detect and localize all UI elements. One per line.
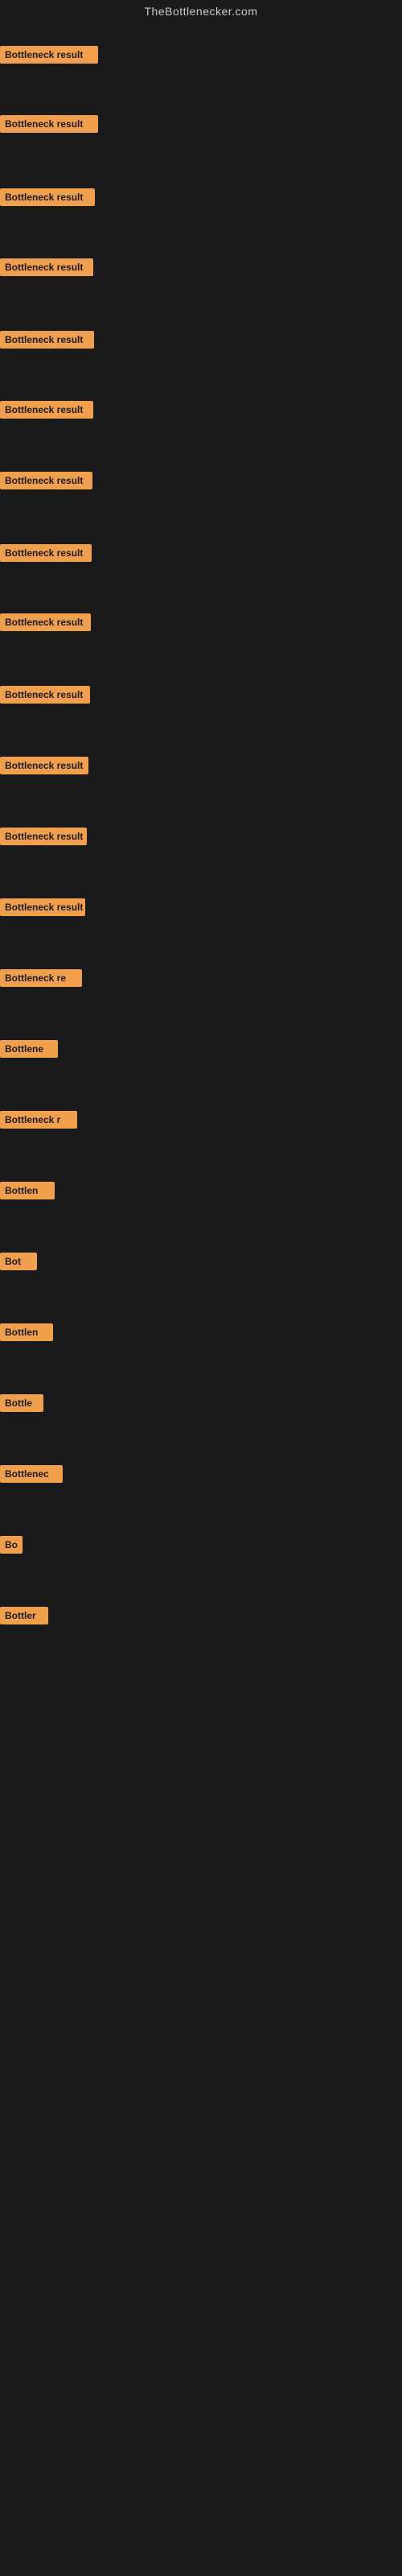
bottleneck-result-item[interactable]: Bottleneck r [0,1111,77,1129]
bottleneck-result-item[interactable]: Bottlen [0,1182,55,1199]
bottleneck-result-item[interactable]: Bottleneck result [0,757,88,774]
bottleneck-result-item[interactable]: Bottleneck result [0,115,98,133]
bottleneck-result-item[interactable]: Bottleneck result [0,401,93,419]
bottleneck-result-item[interactable]: Bot [0,1253,37,1270]
bottleneck-result-item[interactable]: Bottleneck result [0,188,95,206]
bottleneck-result-item[interactable]: Bottleneck result [0,613,91,631]
bottleneck-result-item[interactable]: Bottler [0,1607,48,1624]
bottleneck-result-item[interactable]: Bottleneck result [0,472,92,489]
bottleneck-result-item[interactable]: Bottlene [0,1040,58,1058]
bottleneck-result-item[interactable]: Bottleneck result [0,828,87,845]
bottleneck-result-item[interactable]: Bottleneck result [0,258,93,276]
bottleneck-result-item[interactable]: Bottleneck result [0,544,92,562]
bottleneck-result-item[interactable]: Bo [0,1536,23,1554]
bottleneck-result-item[interactable]: Bottleneck re [0,969,82,987]
bottleneck-result-item[interactable]: Bottleneck result [0,46,98,64]
site-title: TheBottlenecker.com [0,0,402,23]
bottleneck-result-item[interactable]: Bottle [0,1394,43,1412]
bottleneck-result-item[interactable]: Bottlenec [0,1465,63,1483]
bottleneck-result-item[interactable]: Bottlen [0,1323,53,1341]
bottleneck-result-item[interactable]: Bottleneck result [0,898,85,916]
bottleneck-result-item[interactable]: Bottleneck result [0,686,90,704]
bottleneck-result-item[interactable]: Bottleneck result [0,331,94,349]
